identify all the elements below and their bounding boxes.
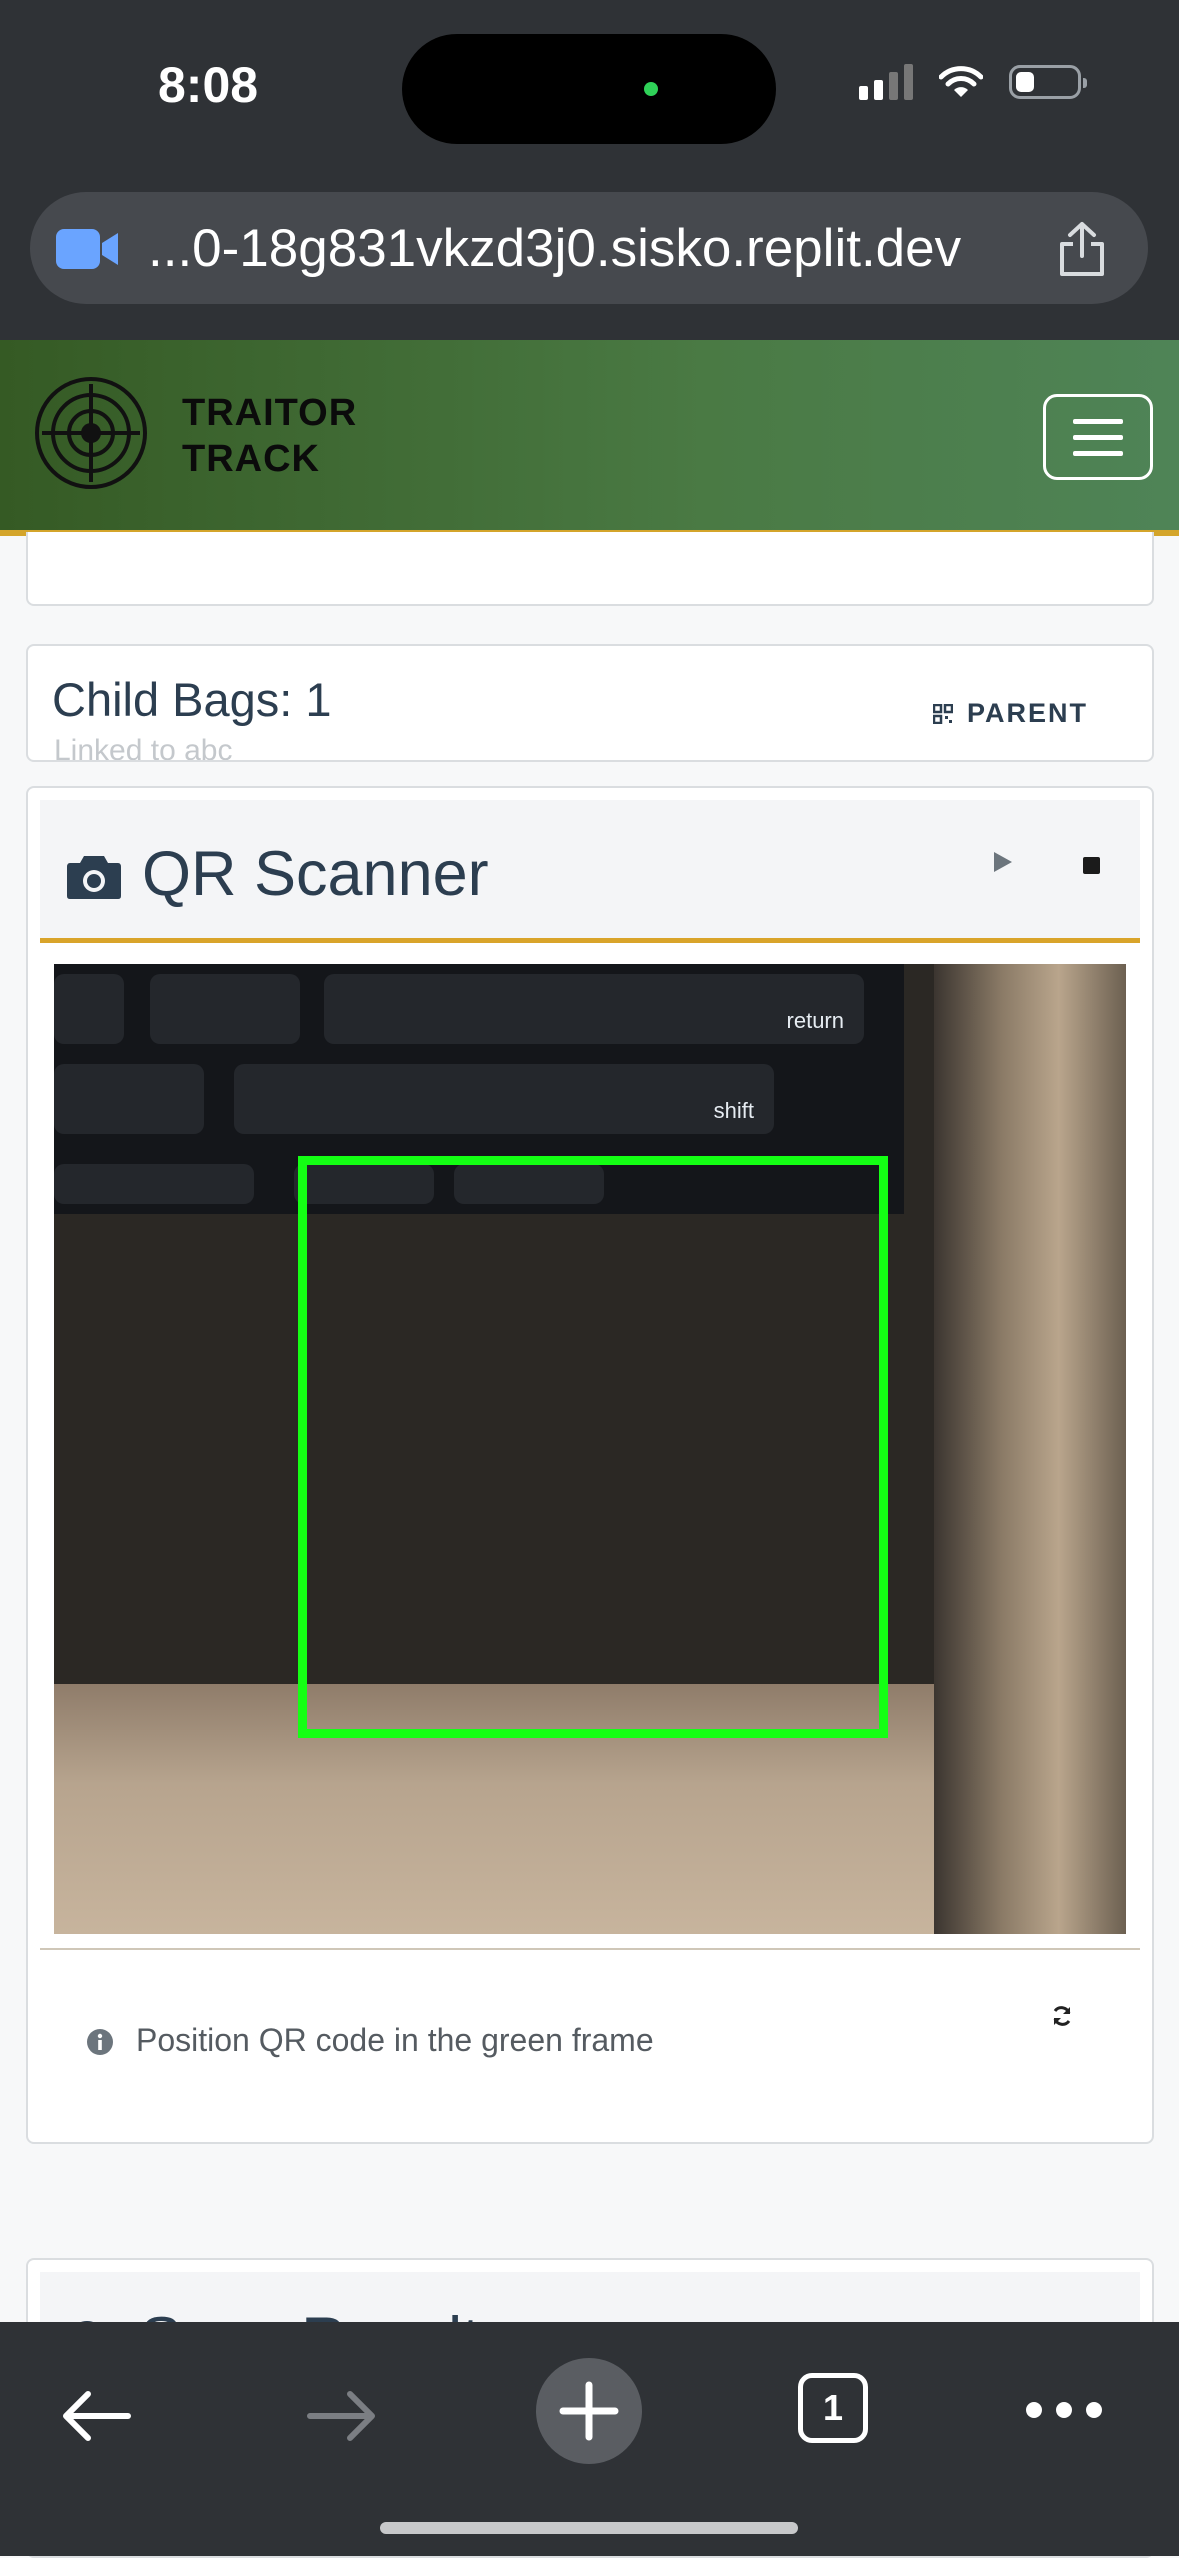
brand-name: TRAITOR TRACK <box>182 390 357 482</box>
browser-address-area: ...0-18g831vkzd3j0.sisko.replit.dev <box>0 176 1179 340</box>
scanner-title: QR Scanner <box>142 839 489 909</box>
stop-icon[interactable] <box>1083 857 1100 874</box>
qr-target-frame <box>298 1156 888 1738</box>
parent-button[interactable]: PARENT <box>932 698 1088 729</box>
video-camera-icon <box>56 229 118 269</box>
brand-line-2: TRACK <box>182 438 320 480</box>
camera-indicator-dot <box>644 82 658 96</box>
brand-line-1: TRAITOR <box>182 392 358 434</box>
browser-toolbar: 1 <box>0 2322 1179 2556</box>
more-options-icon[interactable] <box>1026 2402 1102 2418</box>
camera-preview[interactable]: return shift <box>54 964 1126 1934</box>
scanner-divider <box>40 1948 1140 1950</box>
status-bar: 8:08 <box>0 0 1179 176</box>
scanner-hint: Position QR code in the green frame <box>136 2022 654 2058</box>
new-tab-button[interactable] <box>536 2358 642 2464</box>
play-icon[interactable] <box>992 850 1014 874</box>
url-text: ...0-18g831vkzd3j0.sisko.replit.dev <box>148 219 962 278</box>
previous-card <box>26 532 1154 606</box>
system-icons <box>859 64 1087 100</box>
back-arrow-icon[interactable] <box>60 2388 132 2444</box>
camera-icon <box>67 856 121 899</box>
fabric-background-right <box>934 964 1126 1934</box>
refresh-icon[interactable] <box>1050 2004 1074 2028</box>
forward-arrow-icon[interactable] <box>306 2388 378 2444</box>
battery-icon <box>1009 65 1087 99</box>
scanner-header: QR Scanner <box>40 800 1140 943</box>
dynamic-island <box>402 34 776 144</box>
qr-code-icon <box>932 703 953 724</box>
child-bags-count: Child Bags: 1 <box>52 673 332 726</box>
app-header: TRAITOR TRACK <box>0 340 1179 536</box>
share-icon[interactable] <box>1056 220 1108 278</box>
status-time: 8:08 <box>158 57 259 113</box>
child-bags-subtitle: Linked to abc <box>54 734 233 762</box>
parent-button-label: PARENT <box>966 698 1088 728</box>
traitor-track-logo-icon[interactable] <box>34 376 148 490</box>
shift-key-label: shift <box>713 1098 754 1123</box>
address-bar[interactable]: ...0-18g831vkzd3j0.sisko.replit.dev <box>30 192 1148 304</box>
info-icon <box>87 2029 113 2055</box>
return-key-label: return <box>786 1008 844 1033</box>
home-indicator <box>380 2522 798 2534</box>
menu-toggle-button[interactable] <box>1043 394 1153 480</box>
tabs-count-button[interactable]: 1 <box>798 2373 868 2443</box>
plus-icon <box>559 2381 619 2441</box>
qr-scanner-card: QR Scanner return shift Position QR code… <box>26 786 1154 2144</box>
wifi-icon <box>939 66 983 97</box>
child-bags-card: Child Bags: 1 Linked to abc PARENT <box>26 644 1154 762</box>
cellular-signal-icon <box>859 64 913 100</box>
